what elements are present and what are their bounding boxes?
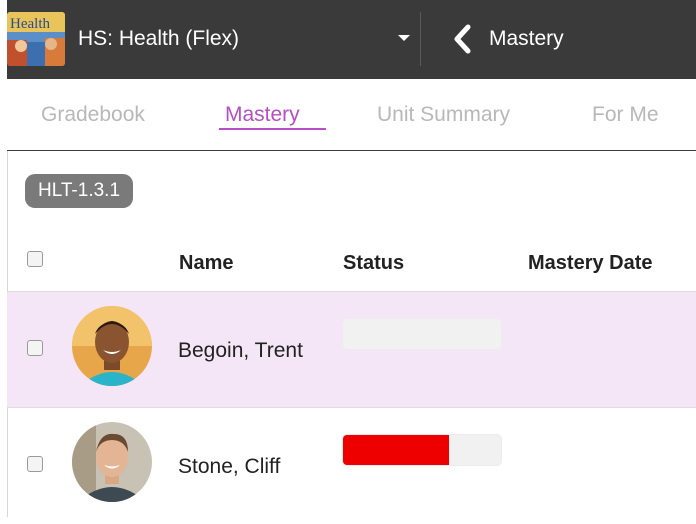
student-name[interactable]: Begoin, Trent — [178, 339, 303, 363]
row-checkbox[interactable] — [27, 340, 43, 356]
student-name[interactable]: Stone, Cliff — [178, 455, 280, 479]
tab-gradebook[interactable]: Gradebook — [41, 103, 145, 127]
active-tab-indicator — [219, 128, 326, 130]
row-checkbox[interactable] — [27, 456, 43, 472]
back-label[interactable]: Mastery — [489, 27, 564, 51]
header-divider — [420, 12, 421, 66]
table-row[interactable]: Stone, Cliff — [7, 408, 696, 524]
chevron-left-icon[interactable] — [452, 24, 474, 54]
thumb-text: Health — [10, 16, 50, 32]
select-all-checkbox[interactable] — [27, 251, 43, 267]
tab-for-me[interactable]: For Me — [592, 103, 659, 127]
table-row[interactable]: Begoin, Trent — [7, 292, 696, 408]
status-bar — [342, 434, 502, 466]
standard-chip[interactable]: HLT-1.3.1 — [25, 174, 134, 208]
column-header-status[interactable]: Status — [343, 252, 404, 275]
course-title[interactable]: HS: Health (Flex) — [78, 27, 239, 51]
status-bar-fill — [343, 435, 449, 465]
avatar — [72, 306, 152, 386]
chevron-down-icon[interactable] — [398, 35, 410, 41]
tab-bar: Gradebook Mastery Unit Summary For Me — [7, 79, 696, 151]
course-thumbnail[interactable]: Health — [7, 12, 65, 66]
tab-unit-summary[interactable]: Unit Summary — [377, 103, 510, 127]
tab-mastery[interactable]: Mastery — [225, 103, 300, 127]
status-bar — [342, 318, 502, 350]
column-header-mastery-date[interactable]: Mastery Date — [528, 252, 653, 275]
column-header-name[interactable]: Name — [179, 252, 233, 275]
avatar — [72, 422, 152, 502]
